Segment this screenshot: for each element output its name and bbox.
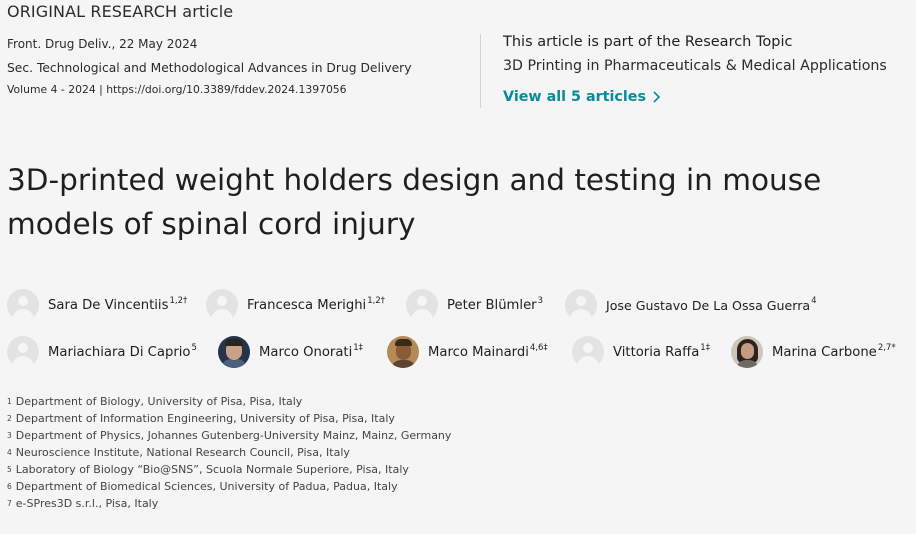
author-sara-de-vincentiis[interactable]: Sara De Vincentiis1,2† <box>7 289 187 321</box>
affiliation-item: 3 Department of Physics, Johannes Gutenbe… <box>7 429 452 442</box>
author-francesca-merighi[interactable]: Francesca Merighi1,2† <box>206 289 385 321</box>
avatar-placeholder-icon <box>206 289 238 321</box>
divider <box>480 34 481 108</box>
author-peter-blumler[interactable]: Peter Blümler3 <box>406 289 543 321</box>
author-name: Marina Carbone2,7* <box>772 342 896 360</box>
avatar-photo <box>731 336 763 368</box>
author-jose-gustavo-de-la-ossa-guerra[interactable]: Jose Gustavo De La Ossa Guerra4 <box>565 289 817 321</box>
author-vittoria-raffa[interactable]: Vittoria Raffa1‡ <box>572 336 710 368</box>
affiliation-item: 5 Laboratory of Biology “Bio@SNS”, Scuola… <box>7 463 409 476</box>
author-name: Vittoria Raffa1‡ <box>613 342 710 360</box>
author-name: Sara De Vincentiis1,2† <box>48 295 188 313</box>
journal-section: Sec. Technological and Methodological Ad… <box>7 61 412 75</box>
avatar-placeholder-icon <box>565 289 597 321</box>
article-title: 3D-printed weight holders design and tes… <box>7 163 822 241</box>
author-name: Francesca Merighi1,2† <box>247 295 385 313</box>
author-name: Jose Gustavo De La Ossa Guerra4 <box>606 295 817 313</box>
research-topic-link[interactable]: 3D Printing in Pharmaceuticals & Medical… <box>503 58 887 74</box>
affiliation-item: 4 Neuroscience Institute, National Resear… <box>7 446 350 459</box>
avatar-photo <box>387 336 419 368</box>
article-type: ORIGINAL RESEARCH article <box>7 2 234 21</box>
avatar-photo <box>218 336 250 368</box>
chevron-right-icon <box>653 91 661 103</box>
author-marina-carbone[interactable]: Marina Carbone2,7* <box>731 336 896 368</box>
author-marco-mainardi[interactable]: Marco Mainardi4,6‡ <box>387 336 548 368</box>
volume-doi[interactable]: Volume 4 - 2024 | https://doi.org/10.338… <box>7 83 347 96</box>
author-name: Marco Mainardi4,6‡ <box>428 342 548 360</box>
avatar-placeholder-icon <box>572 336 604 368</box>
affiliation-item: 7 e-SPres3D s.r.l., Pisa, Italy <box>7 497 159 510</box>
avatar-placeholder-icon <box>7 336 39 368</box>
avatar-placeholder-icon <box>406 289 438 321</box>
view-all-label: View all 5 articles <box>503 89 646 105</box>
journal-date: Front. Drug Deliv., 22 May 2024 <box>7 37 198 51</box>
author-marco-onorati[interactable]: Marco Onorati1‡ <box>218 336 363 368</box>
affiliation-item: 1 Department of Biology, University of Pi… <box>7 395 303 408</box>
avatar-placeholder-icon <box>7 289 39 321</box>
view-all-articles-link[interactable]: View all 5 articles <box>503 89 662 105</box>
author-name: Mariachiara Di Caprio5 <box>48 342 197 360</box>
author-mariachiara-di-caprio[interactable]: Mariachiara Di Caprio5 <box>7 336 197 368</box>
author-name: Peter Blümler3 <box>447 295 544 313</box>
affiliation-item: 6 Department of Biomedical Sciences, Univ… <box>7 480 398 493</box>
author-name: Marco Onorati1‡ <box>259 342 363 360</box>
affiliation-item: 2 Department of Information Engineering, … <box>7 412 395 425</box>
affiliations-list: 1 Department of Biology, University of Pi… <box>7 393 451 512</box>
research-topic-intro: This article is part of the Research Top… <box>503 34 793 50</box>
